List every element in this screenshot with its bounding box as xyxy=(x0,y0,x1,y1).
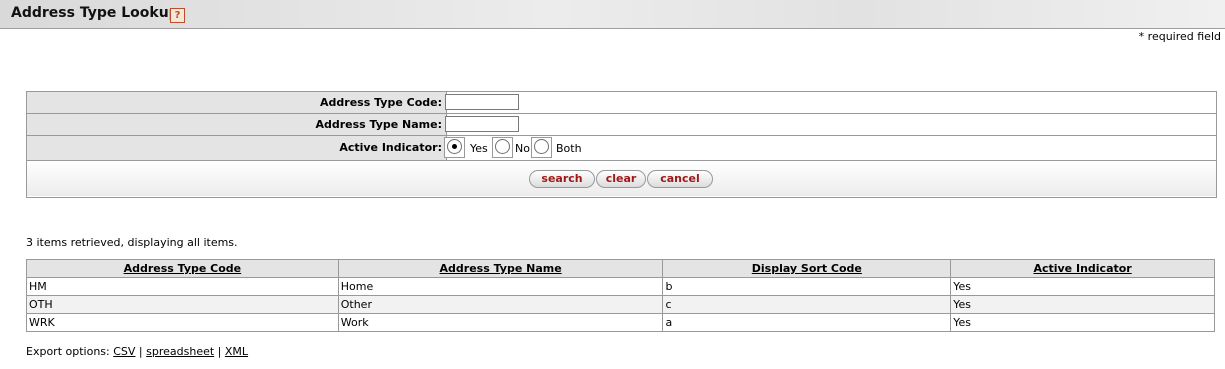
cell-name: Other xyxy=(337,295,664,314)
criteria-row-code: Address Type Code: xyxy=(27,92,1216,114)
radio-no-label: No xyxy=(515,142,530,155)
clear-button[interactable]: clear xyxy=(596,170,646,188)
criteria-row-name: Address Type Name: xyxy=(27,114,1216,136)
radio-yes[interactable] xyxy=(447,139,462,154)
table-row: OTH Other c Yes xyxy=(26,295,1215,314)
address-type-code-input[interactable] xyxy=(445,94,519,110)
button-row: search clear cancel xyxy=(27,161,1216,196)
radio-both[interactable] xyxy=(534,139,549,154)
radio-both-label: Both xyxy=(556,142,582,155)
cell-sort-code: c xyxy=(662,295,952,314)
cell-active: Yes xyxy=(950,295,1215,314)
active-indicator-label: Active Indicator: xyxy=(27,136,447,160)
search-button[interactable]: search xyxy=(529,170,595,188)
column-header-display-sort-code[interactable]: Display Sort Code xyxy=(662,259,952,278)
cell-sort-code: b xyxy=(662,277,952,296)
cancel-button[interactable]: cancel xyxy=(647,170,713,188)
radio-no[interactable] xyxy=(495,139,510,154)
required-field-note: * required field xyxy=(1138,30,1221,43)
cell-code: HM xyxy=(26,277,339,296)
export-xml-link[interactable]: XML xyxy=(225,345,248,358)
address-type-code-label: Address Type Code: xyxy=(27,92,447,113)
table-row: WRK Work a Yes xyxy=(26,313,1215,332)
table-row: HM Home b Yes xyxy=(26,277,1215,296)
cell-sort-code: a xyxy=(662,313,952,332)
results-summary: 3 items retrieved, displaying all items. xyxy=(26,236,238,249)
export-csv-link[interactable]: CSV xyxy=(113,345,135,358)
address-type-name-input[interactable] xyxy=(445,116,519,132)
page-title: Address Type Lookup xyxy=(11,5,179,21)
criteria-row-active: Active Indicator: Yes No Both xyxy=(27,136,1216,161)
export-options: Export options: CSV | spreadsheet | XML xyxy=(26,345,249,358)
cell-name: Home xyxy=(337,277,664,296)
page-header: Address Type Lookup ? xyxy=(0,0,1225,29)
results-table: Address Type Code Address Type Name Disp… xyxy=(26,259,1215,332)
column-header-address-type-code[interactable]: Address Type Code xyxy=(26,259,339,278)
cell-active: Yes xyxy=(950,277,1215,296)
help-icon[interactable]: ? xyxy=(170,8,185,23)
cell-code: OTH xyxy=(26,295,339,314)
cell-name: Work xyxy=(337,313,664,332)
column-header-address-type-name[interactable]: Address Type Name xyxy=(337,259,664,278)
export-spreadsheet-link[interactable]: spreadsheet xyxy=(146,345,214,358)
search-criteria-panel: Address Type Code: Address Type Name: Ac… xyxy=(26,91,1217,198)
column-header-active-indicator[interactable]: Active Indicator xyxy=(950,259,1215,278)
cell-active: Yes xyxy=(950,313,1215,332)
radio-box-both xyxy=(531,137,552,158)
export-label: Export options: xyxy=(26,345,110,358)
radio-yes-label: Yes xyxy=(470,142,488,155)
cell-code: WRK xyxy=(26,313,339,332)
radio-box-no xyxy=(492,137,513,158)
radio-box-yes xyxy=(444,137,465,158)
address-type-name-label: Address Type Name: xyxy=(27,114,447,135)
results-header-row: Address Type Code Address Type Name Disp… xyxy=(26,259,1215,278)
